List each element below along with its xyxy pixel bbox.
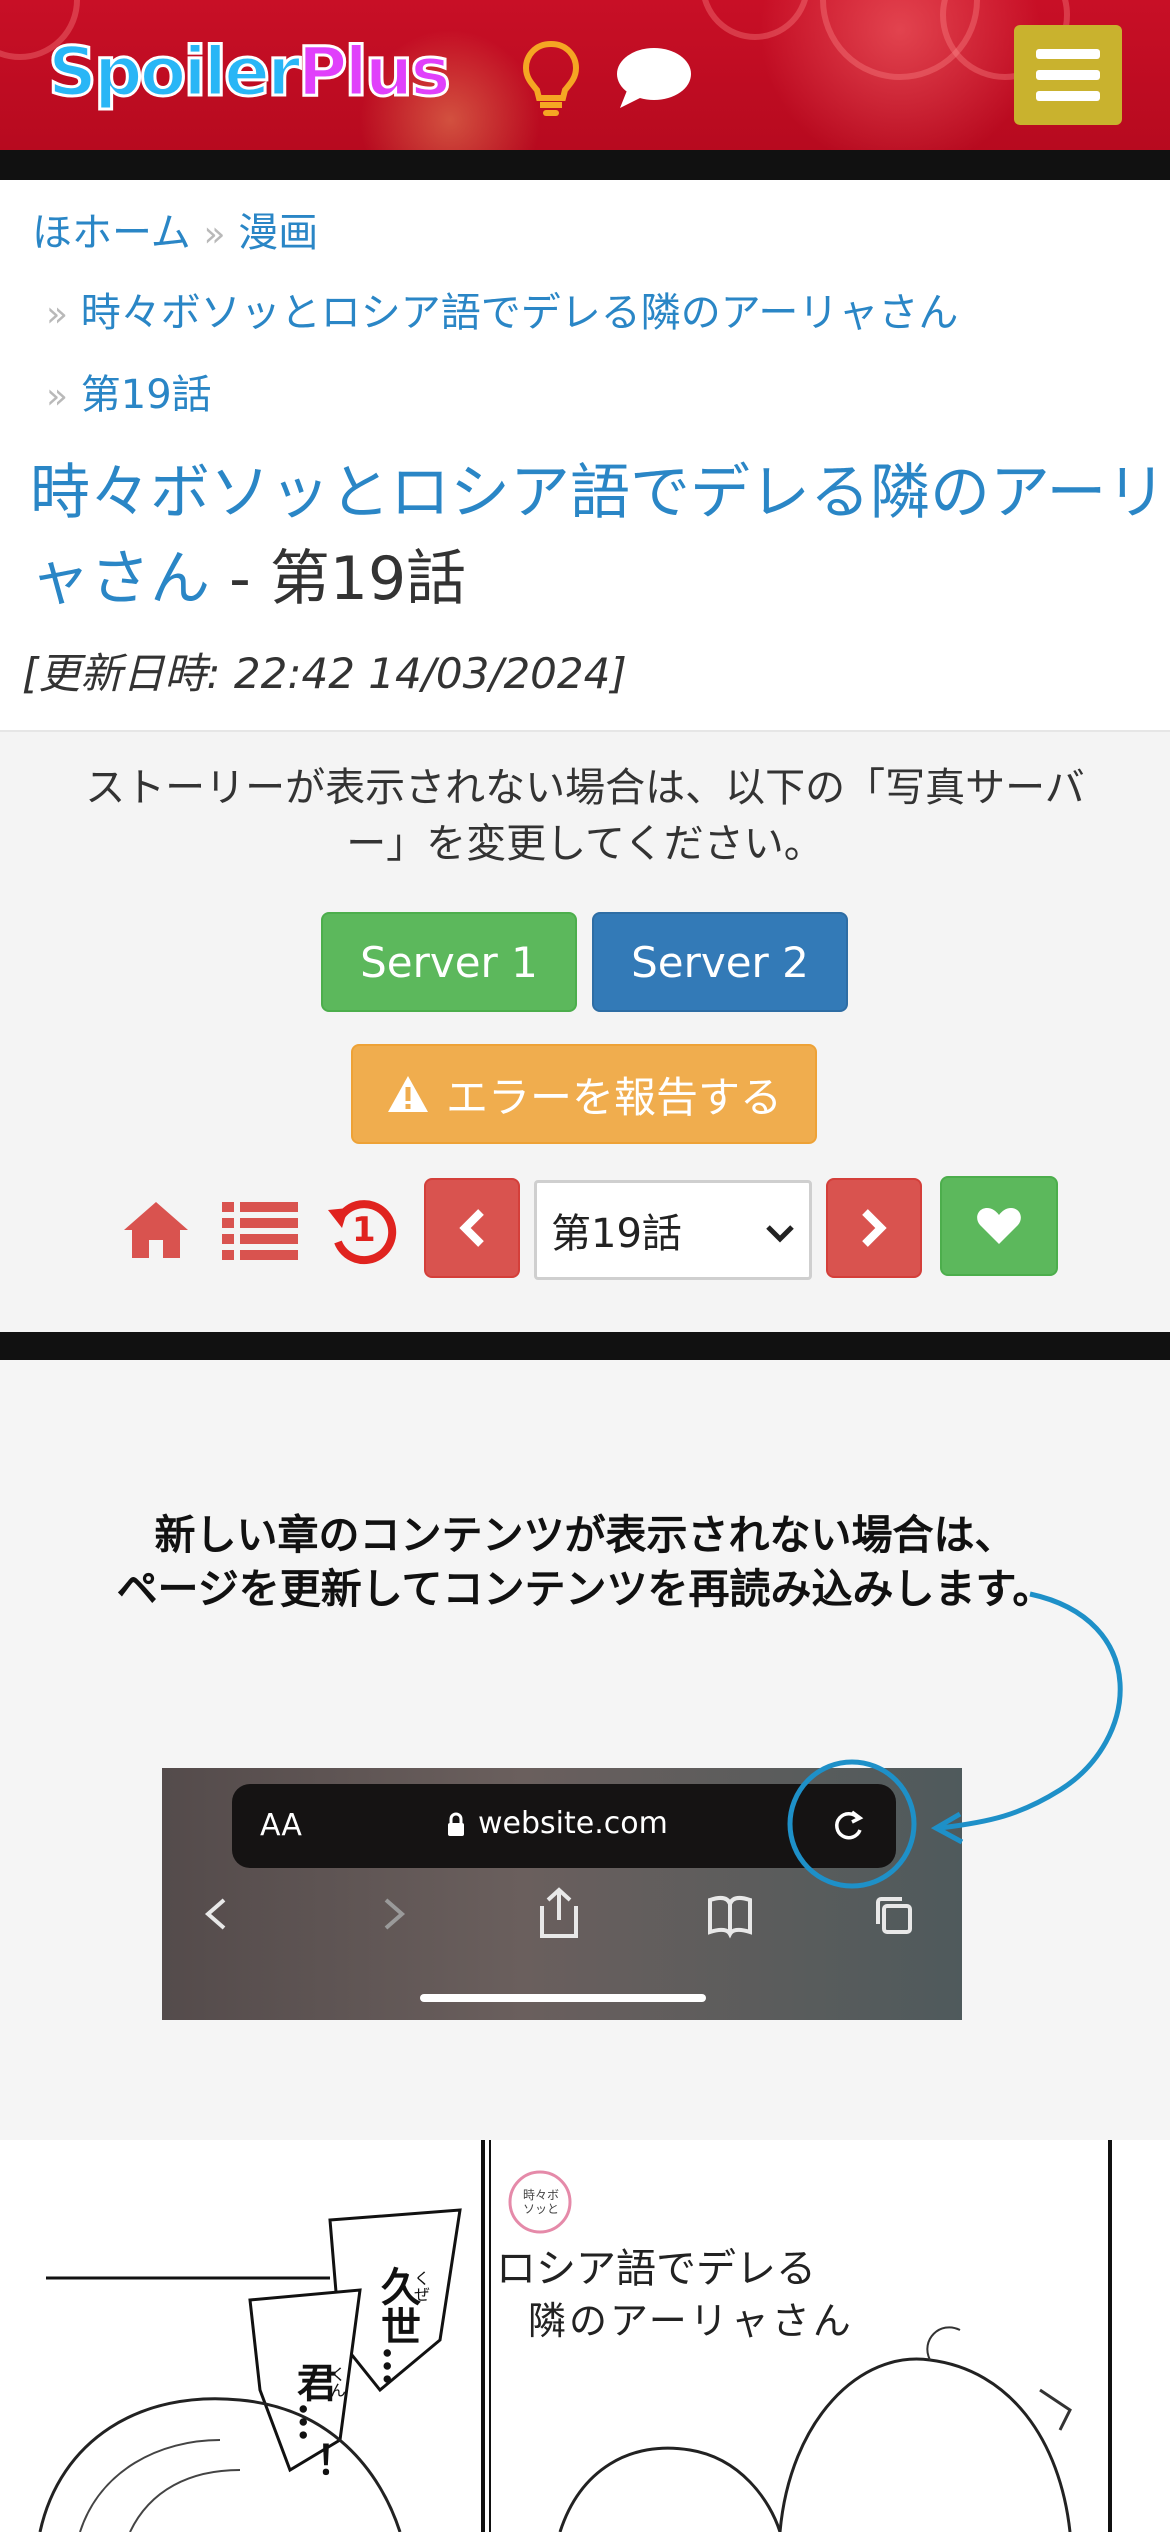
content-divider <box>0 1332 1170 1362</box>
breadcrumb-home[interactable]: ほホーム <box>32 210 191 256</box>
breadcrumb-row-2: » 時々ボソッとロシア語でデレる隣のアーリャさん <box>46 288 958 340</box>
breadcrumb: ほホーム » 漫画 <box>32 208 318 260</box>
manga-logo-line1: ロシア語でデレる <box>496 2246 816 2292</box>
breadcrumb-category[interactable]: 漫画 <box>238 210 318 256</box>
favorite-button[interactable] <box>940 1176 1058 1276</box>
list-icon[interactable] <box>222 1200 298 1260</box>
page-title: 時々ボソッとロシア語でデレる隣のアーリ ャさん - 第19話 <box>30 450 1170 622</box>
manga-logo-badge: 時々ボソッと <box>522 2188 559 2216</box>
reload-notice-line1: 新しい章のコンテンツが表示されない場合は、 <box>154 1511 1016 1559</box>
chapter-select[interactable]: 第19話 <box>534 1180 812 1280</box>
series-title-link-continued[interactable]: ャさん <box>30 544 210 614</box>
warning-icon <box>387 1076 428 1112</box>
speech-bubble-2-ruby: くん <box>327 2366 346 2398</box>
header-divider <box>0 150 1170 180</box>
server-1-button[interactable]: Server 1 <box>321 912 577 1012</box>
chat-icon[interactable] <box>614 44 694 112</box>
heart-icon <box>977 1208 1021 1244</box>
breadcrumb-separator: » <box>203 214 226 255</box>
home-icon[interactable] <box>122 1200 190 1260</box>
history-badge: 1 <box>352 1210 376 1250</box>
chapter-select-value: 第19話 <box>551 1211 682 1257</box>
server-notice-line2: ー」を変更してください。 <box>346 821 824 867</box>
server-2-button[interactable]: Server 2 <box>592 912 848 1012</box>
site-header: SpoilerPlus <box>0 0 1170 150</box>
breadcrumb-chapter[interactable]: 第19話 <box>81 372 212 418</box>
site-logo[interactable]: SpoilerPlus <box>47 28 453 118</box>
updated-timestamp: [更新日時: 22:42 14/03/2024] <box>22 649 627 698</box>
chevron-left-icon <box>459 1209 484 1247</box>
chapter-suffix: - 第19話 <box>210 544 467 614</box>
manga-logo-line2: 隣のアーリャさん <box>528 2299 854 2343</box>
server-notice-line1: ストーリーが表示されない場合は、以下の「写真サーバ <box>85 765 1085 811</box>
chevron-right-icon <box>862 1209 887 1247</box>
report-error-label: エラーを報告する <box>445 1072 782 1122</box>
next-chapter-button[interactable] <box>826 1178 922 1278</box>
manga-page-image: 久世… くぜ 君…！ くん 時々ボソッと ロシア語でデレる 隣のアーリャさん <box>0 2140 1170 2532</box>
chevron-down-icon <box>766 1225 794 1243</box>
report-error-button[interactable]: エラーを報告する <box>351 1044 817 1144</box>
breadcrumb-separator: » <box>46 376 69 417</box>
breadcrumb-series[interactable]: 時々ボソッとロシア語でデレる隣のアーリャさん <box>81 290 959 336</box>
server-notice: ストーリーが表示されない場合は、以下の「写真サーバ ー」を変更してください。 <box>40 760 1130 872</box>
breadcrumb-row-3: » 第19話 <box>46 370 212 422</box>
breadcrumb-separator: » <box>46 294 69 335</box>
reload-highlight-arrow <box>787 1591 1123 1889</box>
history-button[interactable]: 1 <box>326 1196 398 1266</box>
speech-bubble-1-ruby: くぜ <box>411 2270 430 2302</box>
lightbulb-icon[interactable] <box>520 40 582 118</box>
hamburger-menu-button[interactable] <box>1014 25 1122 125</box>
previous-chapter-button[interactable] <box>424 1178 520 1278</box>
series-title-link[interactable]: 時々ボソッとロシア語でデレる隣のアーリ <box>30 458 1166 528</box>
